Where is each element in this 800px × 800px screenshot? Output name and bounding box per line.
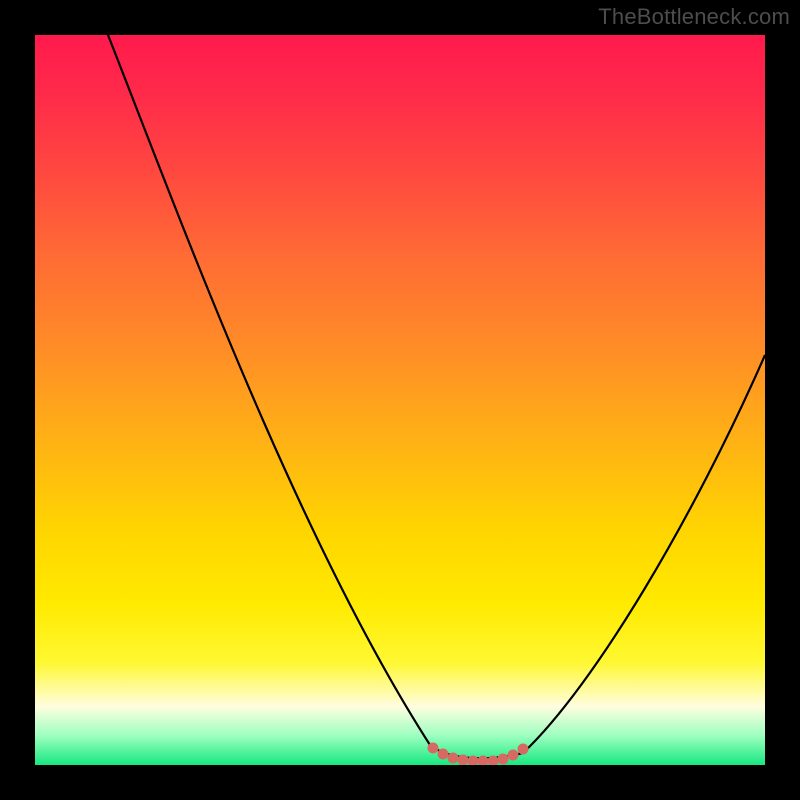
chart-frame: TheBottleneck.com [0, 0, 800, 800]
watermark-text: TheBottleneck.com [598, 4, 790, 30]
minimum-marker [428, 743, 528, 765]
curve-path [108, 35, 765, 758]
bottleneck-curve [35, 35, 765, 765]
plot-area [35, 35, 765, 765]
